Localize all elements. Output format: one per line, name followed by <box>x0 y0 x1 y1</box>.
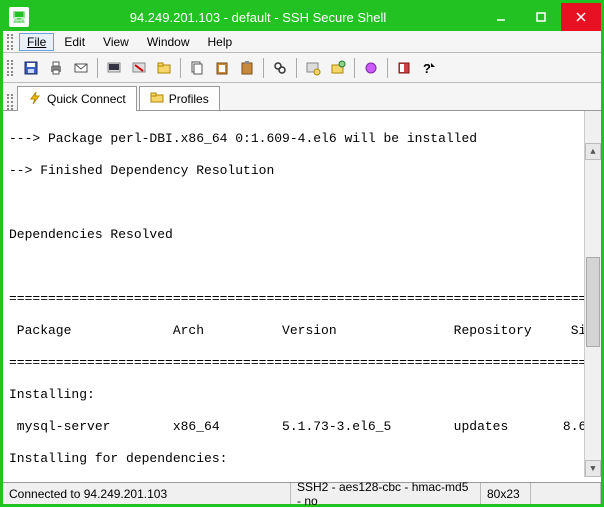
book-icon[interactable] <box>393 57 415 79</box>
window-title: 94.249.201.103 - default - SSH Secure Sh… <box>35 10 481 25</box>
minimize-button[interactable] <box>481 3 521 31</box>
svg-text:?: ? <box>423 61 431 76</box>
help-icon[interactable]: ? <box>418 57 440 79</box>
lightning-icon <box>28 91 42 108</box>
status-spare <box>531 483 601 504</box>
status-cipher: SSH2 - aes128-cbc - hmac-md5 - no <box>291 483 481 504</box>
tab-quick-connect-label: Quick Connect <box>47 92 126 106</box>
save-icon[interactable] <box>20 57 42 79</box>
toolbar: ? <box>3 53 601 83</box>
app-icon: 🖥 <box>9 7 29 27</box>
log-icon[interactable] <box>360 57 382 79</box>
terminal-line: ---> Package perl-DBI.x86_64 0:1.609-4.e… <box>9 131 477 146</box>
terminal-line: ========================================… <box>9 291 601 306</box>
menu-view[interactable]: View <box>95 33 137 51</box>
find-icon[interactable] <box>269 57 291 79</box>
maximize-button[interactable] <box>521 3 561 31</box>
new-file-transfer-icon[interactable] <box>327 57 349 79</box>
statusbar: Connected to 94.249.201.103 SSH2 - aes12… <box>3 482 601 504</box>
terminal-line: Installing for dependencies: <box>9 451 227 466</box>
copy-icon[interactable] <box>186 57 208 79</box>
menu-edit[interactable]: Edit <box>56 33 93 51</box>
menu-file[interactable]: File <box>19 33 54 51</box>
tabbar: Quick Connect Profiles <box>3 83 601 111</box>
profiles-icon[interactable] <box>153 57 175 79</box>
toolbar-handle[interactable] <box>7 60 13 76</box>
mail-icon[interactable] <box>70 57 92 79</box>
terminal-line: Dependencies Resolved <box>9 227 173 242</box>
scroll-down-icon[interactable]: ▼ <box>585 460 601 477</box>
terminal-line: ========================================… <box>9 355 601 370</box>
status-connected: Connected to 94.249.201.103 <box>3 483 291 504</box>
status-size: 80x23 <box>481 483 531 504</box>
print-icon[interactable] <box>45 57 67 79</box>
terminal-line: --> Finished Dependency Resolution <box>9 163 274 178</box>
new-terminal-icon[interactable] <box>302 57 324 79</box>
tab-profiles-label: Profiles <box>169 92 209 106</box>
terminal-line: Installing: <box>9 387 95 402</box>
titlebar: 🖥 94.249.201.103 - default - SSH Secure … <box>3 3 601 31</box>
vertical-scrollbar[interactable]: ▲ ▼ <box>584 111 601 477</box>
close-button[interactable] <box>561 3 601 31</box>
tab-profiles[interactable]: Profiles <box>139 86 220 110</box>
folder-icon <box>150 90 164 107</box>
clipboard-icon[interactable] <box>236 57 258 79</box>
disconnect-icon[interactable] <box>128 57 150 79</box>
tabbar-handle[interactable] <box>7 94 13 110</box>
terminal[interactable]: ---> Package perl-DBI.x86_64 0:1.609-4.e… <box>3 111 601 477</box>
connect-icon[interactable] <box>103 57 125 79</box>
menu-help[interactable]: Help <box>200 33 241 51</box>
paste-icon[interactable] <box>211 57 233 79</box>
scroll-thumb[interactable] <box>586 257 600 347</box>
menubar-handle[interactable] <box>7 34 13 50</box>
tab-quick-connect[interactable]: Quick Connect <box>17 86 137 111</box>
terminal-line: mysql-server x86_64 5.1.73-3.el6_5 updat… <box>9 419 601 434</box>
menubar: File Edit View Window Help <box>3 31 601 53</box>
terminal-line: Package Arch Version Repository Size <box>9 323 601 338</box>
menu-window[interactable]: Window <box>139 33 198 51</box>
scroll-up-icon[interactable]: ▲ <box>585 143 601 160</box>
